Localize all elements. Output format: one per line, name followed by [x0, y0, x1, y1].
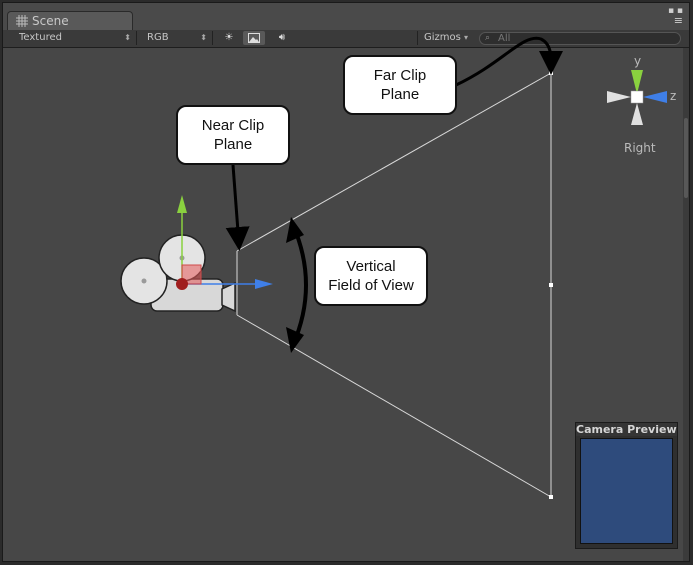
camera-preview-title: Camera Preview	[576, 423, 677, 436]
scene-window: Scene ▪ ▪ ≡ Textured ⬍ RGB ⬍ ☀ 🔊︎ Gizmos…	[2, 2, 690, 562]
y-axis-arrow-icon[interactable]	[177, 195, 187, 213]
reel-hub-icon	[141, 278, 147, 284]
y-axis-label: y	[634, 54, 642, 68]
fov-arrowhead-top-icon	[286, 217, 304, 243]
neg-y-cone-icon[interactable]	[631, 103, 643, 125]
camera-gizmo[interactable]	[120, 234, 236, 313]
frustum-handle-bottom[interactable]	[549, 495, 553, 499]
far-clip-callout: Far Clip Plane	[343, 55, 457, 115]
y-cone-icon[interactable]	[631, 70, 643, 94]
frustum-handle-top[interactable]	[549, 71, 553, 75]
fov-double-arrow	[291, 224, 308, 346]
camera-preview-screen	[580, 438, 673, 544]
neg-z-cone-icon[interactable]	[607, 91, 631, 103]
near-clip-callout: Near Clip Plane	[176, 105, 290, 165]
camera-preview-panel: Camera Preview	[575, 422, 678, 549]
camera-lens	[221, 281, 236, 313]
far-clip-pointer-arrow	[455, 36, 564, 87]
z-cone-icon[interactable]	[643, 91, 667, 103]
fov-callout: Vertical Field of View	[314, 246, 428, 306]
frustum-handle-middle[interactable]	[549, 283, 553, 287]
z-axis-arrow-icon[interactable]	[255, 279, 273, 289]
near-clip-pointer-arrow	[225, 164, 250, 251]
center-cube-icon[interactable]	[630, 90, 644, 104]
pivot-icon[interactable]	[176, 278, 188, 290]
view-name-label: Right	[624, 141, 656, 155]
z-axis-label: z	[670, 89, 677, 103]
orientation-gizmo[interactable]	[607, 70, 667, 125]
